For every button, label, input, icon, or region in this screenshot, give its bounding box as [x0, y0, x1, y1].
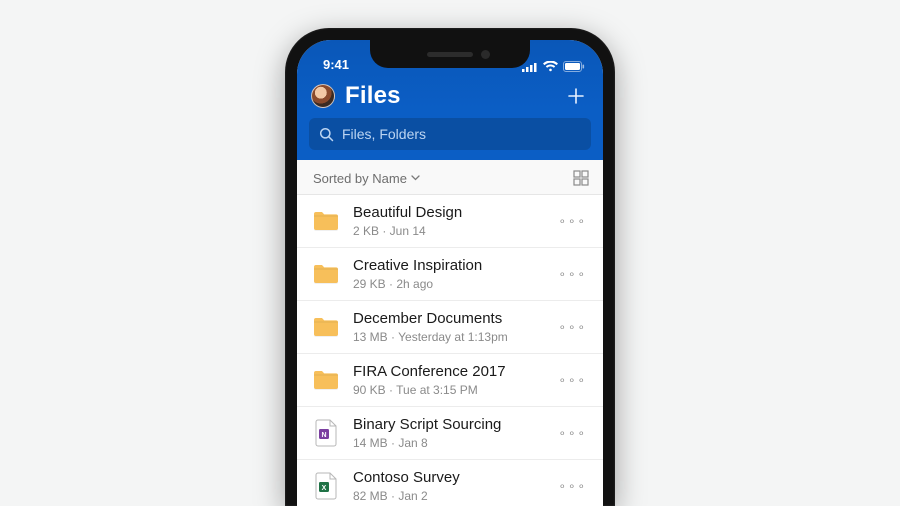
- file-meta: 13 MB · Yesterday at 1:13pm: [353, 330, 540, 344]
- list-item[interactable]: N Binary Script Sourcing 14 MB · Jan 8 ∘∘∘: [297, 407, 603, 460]
- avatar[interactable]: [311, 84, 335, 108]
- folder-icon: [312, 369, 340, 391]
- search-bar[interactable]: [309, 118, 591, 150]
- file-icon-slot: [311, 316, 341, 338]
- file-icon-slot: [311, 263, 341, 285]
- file-name: Creative Inspiration: [353, 257, 540, 275]
- notch: [370, 40, 530, 68]
- file-meta: 90 KB · Tue at 3:15 PM: [353, 383, 540, 397]
- list-item[interactable]: FIRA Conference 2017 90 KB · Tue at 3:15 …: [297, 354, 603, 407]
- add-button[interactable]: [565, 85, 587, 107]
- status-time: 9:41: [323, 57, 349, 72]
- search-icon: [319, 127, 334, 142]
- folder-icon: [312, 316, 340, 338]
- view-toggle-button[interactable]: [573, 170, 589, 186]
- file-info: FIRA Conference 2017 90 KB · Tue at 3:15 …: [353, 363, 540, 397]
- file-icon-slot: [311, 210, 341, 232]
- phone-screen: 9:41 Files: [297, 40, 603, 506]
- file-icon-slot: X: [311, 472, 341, 500]
- onenote-file-icon: N: [314, 419, 338, 447]
- list-item[interactable]: Beautiful Design 2 KB · Jun 14 ∘∘∘: [297, 195, 603, 248]
- excel-file-icon: X: [314, 472, 338, 500]
- file-icon-slot: N: [311, 419, 341, 447]
- list-item[interactable]: December Documents 13 MB · Yesterday at 1…: [297, 301, 603, 354]
- speaker-grille: [427, 52, 473, 57]
- more-button[interactable]: ∘∘∘: [552, 475, 593, 497]
- battery-icon: [563, 61, 585, 72]
- chevron-down-icon: [411, 175, 420, 181]
- file-meta: 2 KB · Jun 14: [353, 224, 540, 238]
- folder-icon: [312, 263, 340, 285]
- page-title: Files: [345, 82, 401, 110]
- file-info: Beautiful Design 2 KB · Jun 14: [353, 204, 540, 238]
- more-button[interactable]: ∘∘∘: [552, 316, 593, 338]
- file-meta: 14 MB · Jan 8: [353, 436, 540, 450]
- list-item[interactable]: Creative Inspiration 29 KB · 2h ago ∘∘∘: [297, 248, 603, 301]
- grid-icon: [573, 170, 589, 186]
- folder-icon: [312, 210, 340, 232]
- file-list[interactable]: Beautiful Design2 KB · Jun 14∘∘∘Creative…: [297, 195, 603, 506]
- more-button[interactable]: ∘∘∘: [552, 422, 593, 444]
- wifi-icon: [543, 61, 558, 72]
- list-item[interactable]: X Contoso Survey 82 MB · Jan 2 ∘∘∘: [297, 460, 603, 506]
- sort-row: Sorted by Name: [297, 160, 603, 195]
- plus-icon: [566, 86, 586, 106]
- file-meta: 82 MB · Jan 2: [353, 489, 540, 503]
- file-name: Beautiful Design: [353, 204, 540, 222]
- file-name: FIRA Conference 2017: [353, 363, 540, 381]
- file-name: December Documents: [353, 310, 540, 328]
- sort-button[interactable]: Sorted by Name: [313, 171, 420, 186]
- file-name: Binary Script Sourcing: [353, 416, 540, 434]
- file-meta: 29 KB · 2h ago: [353, 277, 540, 291]
- svg-text:X: X: [322, 485, 327, 492]
- search-input[interactable]: [342, 126, 581, 142]
- phone-frame: 9:41 Files: [285, 28, 615, 506]
- file-icon-slot: [311, 369, 341, 391]
- title-bar: Files: [297, 74, 603, 118]
- file-info: Creative Inspiration 29 KB · 2h ago: [353, 257, 540, 291]
- file-info: Contoso Survey 82 MB · Jan 2: [353, 469, 540, 503]
- file-name: Contoso Survey: [353, 469, 540, 487]
- file-info: December Documents 13 MB · Yesterday at 1…: [353, 310, 540, 344]
- status-icons: [522, 61, 585, 72]
- more-button[interactable]: ∘∘∘: [552, 369, 593, 391]
- front-camera: [481, 50, 490, 59]
- more-button[interactable]: ∘∘∘: [552, 263, 593, 285]
- svg-text:N: N: [321, 432, 326, 439]
- sort-label: Sorted by Name: [313, 171, 407, 186]
- more-button[interactable]: ∘∘∘: [552, 210, 593, 232]
- file-info: Binary Script Sourcing 14 MB · Jan 8: [353, 416, 540, 450]
